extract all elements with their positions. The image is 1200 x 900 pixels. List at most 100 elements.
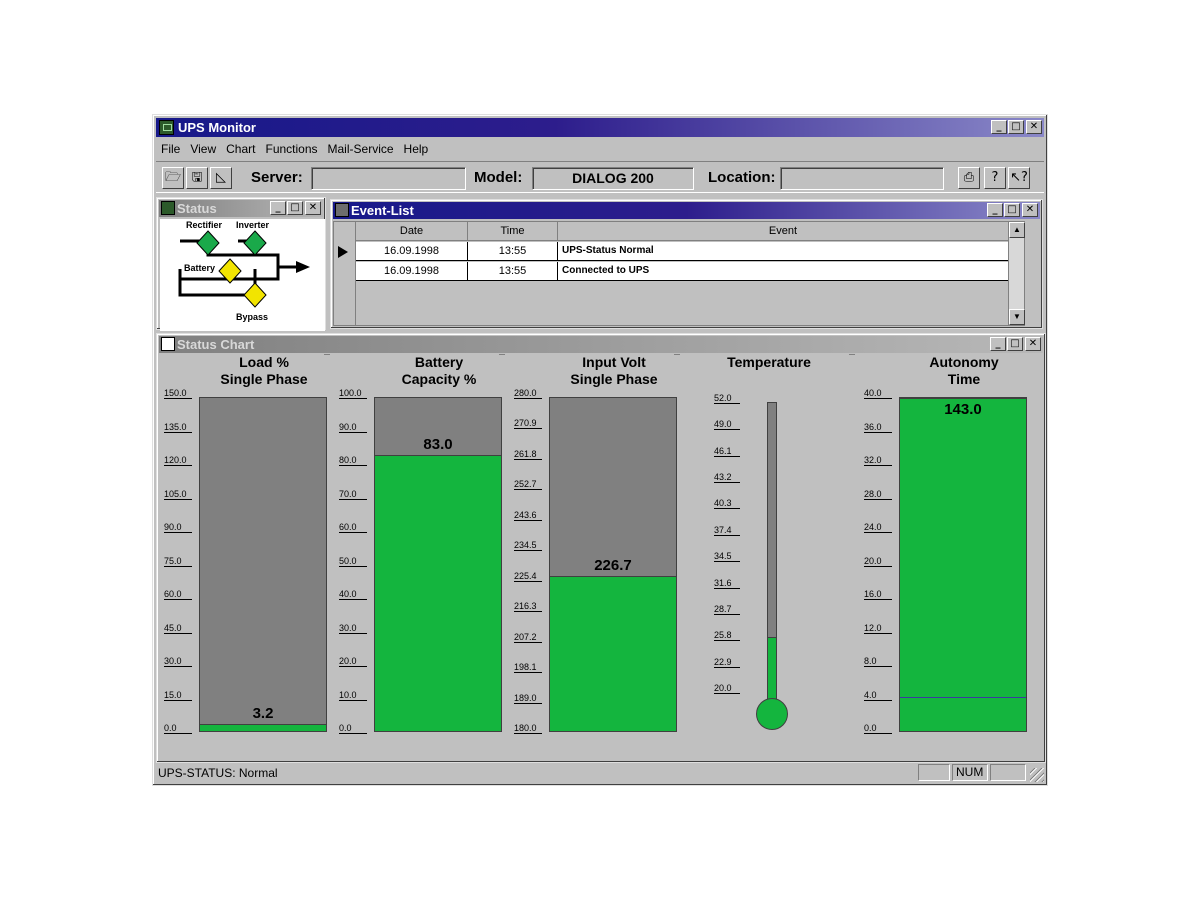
- temperature-tube: [767, 402, 777, 702]
- gauge-title: Autonomy Time: [879, 354, 1049, 388]
- maximize-button[interactable]: □: [1008, 120, 1024, 134]
- event-list-maximize-button[interactable]: □: [1004, 203, 1020, 217]
- gauge-title: Temperature: [684, 354, 854, 371]
- column-divider: [499, 354, 505, 355]
- axis-tick-label: 60.0: [339, 522, 367, 533]
- event-time: 13:55: [468, 242, 558, 260]
- table-row[interactable]: 16.09.1998 13:55 UPS-Status Normal: [356, 242, 1008, 261]
- current-row-arrow-icon: [338, 246, 348, 258]
- scroll-up-icon[interactable]: ▲: [1009, 222, 1025, 238]
- inverter-indicator: [243, 230, 267, 256]
- axis-tick-label: 105.0: [164, 489, 192, 500]
- axis-tick-label: 37.4: [714, 525, 740, 536]
- event-list-close-button[interactable]: ✕: [1022, 203, 1038, 217]
- event-list-minimize-button[interactable]: _: [987, 203, 1003, 217]
- menu-bar: File View Chart Functions Mail-Service H…: [157, 139, 434, 159]
- table-header: Date Time Event: [356, 222, 1008, 241]
- ups-flow-diagram: Rectifier Inverter Battery Bypass: [160, 219, 325, 331]
- resize-grip-icon[interactable]: [1030, 768, 1044, 782]
- status-chart-title-bar[interactable]: Status Chart _ □ ✕: [159, 336, 1043, 353]
- axis-tick-label: 100.0: [339, 388, 367, 399]
- column-divider: [674, 354, 680, 355]
- close-button[interactable]: ✕: [1026, 120, 1042, 134]
- event-list-window: Event-List _ □ ✕ Date Time Event 16.09.1…: [330, 199, 1043, 329]
- axis-tick-label: 207.2: [514, 632, 542, 643]
- gauge-value-label: 226.7: [594, 556, 632, 574]
- status-title-bar[interactable]: Status _ □ ✕: [159, 200, 323, 217]
- column-header-time[interactable]: Time: [468, 222, 558, 240]
- axis-tick-label: 46.1: [714, 446, 740, 457]
- menu-file[interactable]: File: [157, 139, 186, 159]
- bypass-label: Bypass: [236, 312, 269, 322]
- axis-tick-label: 45.0: [164, 623, 192, 634]
- axis-tick-label: 0.0: [864, 723, 892, 734]
- axis-tick-label: 70.0: [339, 489, 367, 500]
- ups-monitor-window: UPS Monitor _ □ ✕ File View Chart Functi…: [152, 114, 1048, 786]
- status-chart-minimize-button[interactable]: _: [990, 337, 1006, 351]
- context-help-icon[interactable]: ↖?: [1008, 167, 1030, 189]
- status-chart-window: Status Chart _ □ ✕ Load % Single Phase 150…: [156, 333, 1046, 763]
- event-list-scrollbar[interactable]: ▲ ▼: [1008, 222, 1025, 325]
- bypass-indicator: [243, 282, 267, 308]
- print-icon[interactable]: ⎙: [958, 167, 980, 189]
- open-folder-icon[interactable]: 🗁: [162, 167, 184, 189]
- axis-tick-label: 30.0: [164, 656, 192, 667]
- main-title-bar[interactable]: UPS Monitor _ □ ✕: [156, 118, 1044, 137]
- menu-help[interactable]: Help: [400, 139, 435, 159]
- server-label: Server:: [251, 169, 303, 186]
- axis-tick-label: 0.0: [164, 723, 192, 734]
- axis-tick-label: 32.0: [864, 455, 892, 466]
- column-divider: [849, 354, 855, 355]
- axis-tick-label: 16.0: [864, 589, 892, 600]
- app-icon: [159, 120, 174, 135]
- status-chart-maximize-button[interactable]: □: [1007, 337, 1023, 351]
- table-row[interactable]: 16.09.1998 13:55 Connected to UPS: [356, 262, 1008, 281]
- menu-chart[interactable]: Chart: [222, 139, 261, 159]
- gauge-bar: 143.0: [899, 397, 1027, 732]
- minimize-button[interactable]: _: [991, 120, 1007, 134]
- menu-mail-service[interactable]: Mail-Service: [324, 139, 400, 159]
- status-maximize-button[interactable]: □: [287, 201, 303, 215]
- axis-tick-label: 243.6: [514, 510, 542, 521]
- axis-tick-label: 280.0: [514, 388, 542, 399]
- axis-tick-label: 90.0: [339, 422, 367, 433]
- model-field[interactable]: DIALOG 200: [532, 167, 694, 190]
- axis-tick-label: 75.0: [164, 556, 192, 567]
- scroll-down-icon[interactable]: ▼: [1009, 309, 1025, 325]
- status-chart-close-button[interactable]: ✕: [1025, 337, 1041, 351]
- location-field[interactable]: [780, 167, 944, 190]
- help-icon[interactable]: ?: [984, 167, 1006, 189]
- menu-view[interactable]: View: [186, 139, 222, 159]
- ups-status-text: UPS-STATUS: Normal: [158, 766, 278, 780]
- axis-tick-label: 216.3: [514, 601, 542, 613]
- column-header-date[interactable]: Date: [356, 222, 468, 240]
- status-close-button[interactable]: ✕: [305, 201, 321, 215]
- gauge-title-line: Battery: [414, 354, 464, 370]
- status-minimize-button[interactable]: _: [270, 201, 286, 215]
- gauge-title-line: Single Phase: [220, 371, 308, 387]
- gauge-title-line: Time: [947, 371, 981, 387]
- chart-icon[interactable]: ◺: [210, 167, 232, 189]
- save-icon[interactable]: 🖫: [186, 167, 208, 189]
- axis-tick-label: 40.0: [864, 388, 892, 399]
- axis-tick-label: 43.2: [714, 472, 740, 484]
- temperature-fill: [768, 636, 776, 701]
- event-list-title-bar[interactable]: Event-List _ □ ✕: [333, 202, 1040, 219]
- axis-tick-label: 31.6: [714, 578, 740, 589]
- gauge-title-line: Load %: [239, 354, 289, 370]
- menu-functions[interactable]: Functions: [261, 139, 323, 159]
- gauge-value-label: 83.0: [423, 435, 453, 453]
- column-header-event[interactable]: Event: [558, 222, 1008, 240]
- gauge-bar: 226.7: [549, 397, 677, 732]
- event-time: 13:55: [468, 262, 558, 280]
- status-window: Status _ □ ✕ Rectifier Inverter Battery: [156, 197, 326, 331]
- axis-tick-label: 120.0: [164, 455, 192, 466]
- server-field[interactable]: [311, 167, 466, 190]
- gauge-title-line: Single Phase: [570, 371, 658, 387]
- axis-tick-label: 0.0: [339, 723, 367, 734]
- gauge-title-line: Input Volt: [582, 354, 646, 370]
- location-label: Location:: [708, 169, 776, 186]
- row-selector-column: [334, 222, 356, 325]
- event-table: Date Time Event 16.09.1998 13:55 UPS-Sta…: [333, 221, 1025, 326]
- gauge-fill: [375, 454, 501, 731]
